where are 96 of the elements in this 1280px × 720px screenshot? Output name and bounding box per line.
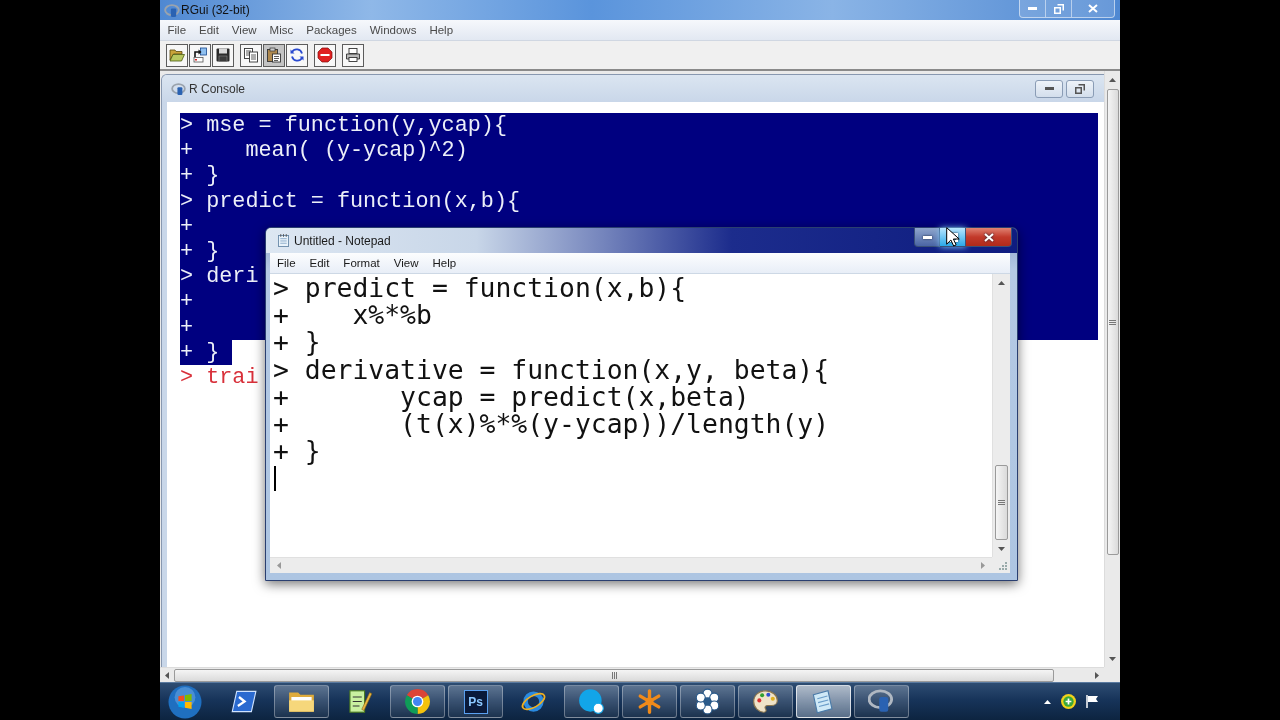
menu-item[interactable]: Edit [192, 24, 226, 36]
menu-item[interactable]: Help [422, 24, 460, 36]
grip-icon [1109, 319, 1116, 325]
restore-icon [1053, 3, 1064, 14]
left-arrow-icon[interactable] [165, 671, 169, 679]
start-orb-icon [168, 684, 202, 719]
document-arrow-icon [192, 47, 208, 63]
close-icon [1088, 4, 1098, 13]
taskbar-button[interactable] [680, 685, 735, 718]
up-arrow-icon[interactable] [1109, 77, 1116, 82]
console-line: + } [180, 239, 220, 265]
menu-item[interactable]: Format [336, 257, 387, 269]
text-cursor [274, 466, 276, 492]
code-line: > derivative = function(x,y, beta){ [273, 355, 830, 383]
window-title: R Console [189, 81, 246, 96]
taskbar-button[interactable] [390, 685, 445, 718]
stop-icon [317, 47, 333, 63]
ring-logo-icon [868, 688, 895, 715]
taskbar-button[interactable] [854, 685, 909, 718]
app-logo-icon [171, 82, 186, 95]
flower-icon [694, 688, 721, 715]
console-line: + [180, 289, 194, 315]
toolbar-button[interactable] [263, 43, 285, 67]
notepad-icon [278, 234, 289, 247]
menu-item[interactable]: Windows [363, 24, 423, 36]
asterisk-icon [636, 688, 663, 715]
console-line: > mse = function(y,ycap){ [180, 113, 507, 139]
vertical-scrollbar[interactable] [1104, 71, 1120, 667]
code-line: + } [273, 437, 321, 465]
window-title: Untitled - Notepad [294, 233, 391, 248]
vertical-scrollbar[interactable] [992, 274, 1010, 557]
circle-badge-icon [578, 688, 605, 715]
right-arrow-icon[interactable] [1095, 671, 1099, 679]
printer-icon [345, 47, 361, 63]
menu-item[interactable]: Packages [299, 24, 364, 36]
menu-item[interactable]: Misc [263, 24, 300, 36]
down-arrow-icon[interactable] [1109, 656, 1116, 661]
palette-icon [752, 688, 779, 715]
ring-orbit-icon [520, 688, 547, 715]
console-line: > trai [180, 365, 259, 391]
down-arrow-icon[interactable] [998, 546, 1005, 551]
close-icon [983, 232, 994, 242]
menu-item[interactable]: File [161, 24, 193, 36]
taskbar-button[interactable] [738, 685, 793, 718]
toolbar-button[interactable] [342, 43, 364, 67]
toolbar-button[interactable] [314, 43, 336, 67]
notepad-pen-icon [346, 688, 373, 715]
refresh-icon [289, 47, 305, 63]
grip-icon [998, 500, 1005, 505]
menu-item[interactable]: Edit [302, 257, 337, 269]
flag-icon[interactable] [1086, 695, 1098, 708]
restore-icon [1075, 83, 1085, 94]
console-line: > predict = function(x,b){ [180, 188, 521, 214]
taskbar-button[interactable] [274, 685, 329, 718]
restore-button[interactable] [1066, 79, 1094, 98]
minimize-button[interactable] [914, 228, 940, 247]
console-line: + [180, 314, 194, 340]
menu-item[interactable]: View [386, 257, 426, 269]
clipboard-icon [266, 47, 282, 63]
toolbar-button[interactable] [189, 43, 211, 67]
minimize-button[interactable] [1035, 79, 1063, 98]
copy-icon [243, 47, 259, 63]
app-logo-icon [164, 3, 180, 17]
maximize-icon [947, 232, 958, 242]
taskbar-button[interactable] [622, 685, 677, 718]
toolbar-button[interactable] [286, 43, 308, 67]
scrollbar-thumb[interactable] [1106, 89, 1119, 555]
menu-item[interactable]: Help [425, 257, 464, 269]
open-folder-icon [169, 47, 185, 63]
scrollbar-thumb[interactable] [995, 465, 1008, 540]
minimize-icon [1028, 7, 1037, 10]
console-line: + } [180, 163, 220, 189]
code-line: + } [273, 328, 321, 356]
color-wheel-icon [404, 688, 431, 715]
toolbar-button[interactable] [240, 43, 262, 67]
grip-icon [611, 671, 617, 679]
up-caret-icon[interactable] [1044, 699, 1051, 704]
taskbar-button[interactable]: Ps [448, 685, 503, 718]
minimize-icon [1044, 87, 1054, 90]
menu-item[interactable]: File [270, 257, 303, 269]
menu-item[interactable]: View [225, 24, 264, 36]
terminal-icon [230, 688, 257, 715]
mouse-pointer-icon [946, 227, 960, 247]
toolbar-button[interactable] [212, 43, 234, 67]
up-arrow-icon[interactable] [998, 280, 1005, 285]
resize-grip-icon[interactable] [998, 561, 1007, 570]
taskbar-button[interactable] [564, 685, 619, 718]
toolbar-button[interactable] [166, 43, 188, 67]
text-area[interactable]: > predict = function(x,b){ + x%*%b + } > derivative = function(x,y, beta){ + ycap = predict(x,beta) + (t(x)%*%(y-ycap))/length(y) + } [270, 274, 992, 557]
close-button[interactable] [966, 228, 1012, 247]
console-line: + mean( (y-ycap)^2) [180, 138, 468, 164]
console-line: + [180, 213, 194, 239]
window-title: RGui (32-bit) [181, 3, 250, 17]
console-line: > deri [180, 264, 259, 290]
plus-circle-icon[interactable] [1061, 694, 1076, 709]
minimize-icon [922, 235, 932, 239]
